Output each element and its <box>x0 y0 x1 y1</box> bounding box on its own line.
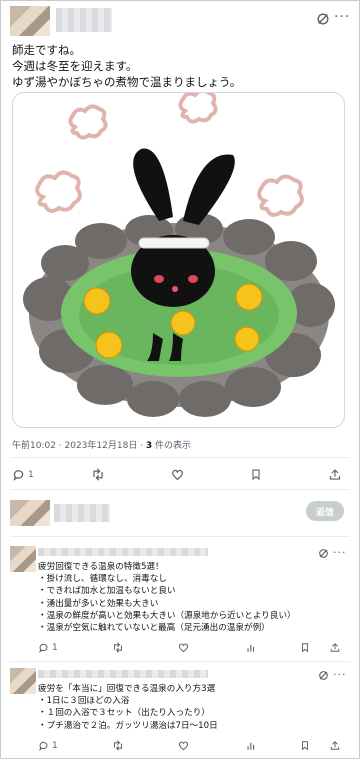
retweet-button[interactable] <box>112 740 124 751</box>
retweet-button[interactable] <box>91 468 105 481</box>
divider <box>10 457 350 458</box>
heart-icon <box>178 643 189 653</box>
reply-icon <box>13 470 24 481</box>
reply-text: 疲労回復できる温泉の特徴5選！ ・掛け流し、循環なし、消毒なし ・できれば加水と… <box>38 561 296 634</box>
share-button[interactable] <box>330 740 340 751</box>
share-icon <box>330 741 340 750</box>
reply-line: ・１回の入浴で３セット（出たり入ったり） <box>38 708 210 719</box>
more-icon[interactable]: ··· <box>333 546 347 560</box>
heart-icon <box>178 741 189 751</box>
grok-icon[interactable] <box>318 670 329 681</box>
retweet-icon <box>93 468 103 481</box>
retweet-icon <box>114 740 122 751</box>
more-icon[interactable]: ··· <box>334 10 350 24</box>
reply-button[interactable]: 1 <box>38 642 58 653</box>
reply-line: ・1日に３回ほどの入浴 <box>38 696 130 707</box>
reply-line: ・できれば加水と加温もないと良い <box>38 586 176 597</box>
onsen-illustration <box>23 93 335 417</box>
tweet-line: ゆず湯やかぼちゃの煮物で温まりましょう。 <box>12 75 242 89</box>
tweet-line: 今週は冬至を迎えます。 <box>12 59 138 73</box>
bookmark-icon <box>252 469 260 481</box>
views-button[interactable] <box>246 642 257 653</box>
tweet-meta: 午前10:02 · 2023年12月18日 · 3 件の表示 <box>12 438 191 451</box>
bookmark-button[interactable] <box>300 642 310 653</box>
reply-count: 1 <box>28 469 34 480</box>
grok-icon[interactable] <box>318 548 329 559</box>
share-icon <box>329 469 341 480</box>
reply-line: ・プチ湯治で２泊。ガッツリ湯治は7日〜10日 <box>38 720 218 731</box>
reply-user-name-blurred[interactable] <box>38 670 208 678</box>
reply-button[interactable]: 1 <box>12 468 34 481</box>
reply-line: ・温泉が空気に触れていないと最高（足元湧出の温泉が例） <box>38 623 270 634</box>
views-button[interactable] <box>246 740 257 751</box>
bookmark-icon <box>302 643 308 653</box>
retweet-icon <box>114 642 122 653</box>
more-icon[interactable]: ··· <box>333 668 347 682</box>
reply-input-blurred[interactable] <box>54 504 110 522</box>
reply-avatar[interactable] <box>10 668 36 694</box>
tweet-timestamp[interactable]: 午前10:02 · 2023年12月18日 · <box>12 441 146 451</box>
reply-line: 疲労回復できる温泉の特徴5選！ <box>38 562 164 572</box>
reply-user-name-blurred[interactable] <box>38 548 208 556</box>
tweet-text: 師走ですね。 今週は冬至を迎えます。 ゆず湯やかぼちゃの煮物で温まりましょう。 <box>12 42 348 90</box>
composer-avatar <box>10 500 50 526</box>
reply-button[interactable]: 1 <box>38 740 58 751</box>
reply-text: 疲労を「本当に」回復できる温泉の入り方3選 ・1日に３回ほどの入浴 ・１回の入浴… <box>38 683 218 732</box>
views-icon <box>247 644 255 652</box>
divider <box>10 661 350 662</box>
reply-icon <box>39 741 48 751</box>
reply-line: ・湧出量が多いと効果も大きい <box>38 598 159 609</box>
bookmark-icon <box>302 741 308 751</box>
reply-line: ・温泉の鮮度が高いと効果も大きい（源泉地から近いとより良い） <box>38 610 296 621</box>
like-button[interactable] <box>171 468 184 481</box>
user-name-blurred[interactable] <box>56 8 112 32</box>
bookmark-button[interactable] <box>250 468 262 481</box>
tweet-image[interactable] <box>12 92 345 428</box>
reply-count: 1 <box>52 642 58 653</box>
share-button[interactable] <box>329 468 341 481</box>
tweet-line: 師走ですね。 <box>12 43 81 57</box>
retweet-button[interactable] <box>112 642 124 653</box>
reply-avatar[interactable] <box>10 546 36 572</box>
avatar[interactable] <box>10 6 50 36</box>
divider <box>10 536 350 537</box>
views-label: 件の表示 <box>152 441 192 451</box>
views-icon <box>247 742 255 750</box>
share-icon <box>330 643 340 652</box>
divider <box>10 489 350 490</box>
like-button[interactable] <box>178 740 189 751</box>
bookmark-button[interactable] <box>300 740 310 751</box>
share-button[interactable] <box>330 642 340 653</box>
heart-icon <box>172 469 183 481</box>
grok-icon[interactable] <box>316 12 330 26</box>
reply-submit-button[interactable]: 返信 <box>306 501 344 521</box>
like-button[interactable] <box>178 642 189 653</box>
reply-line: 疲労を「本当に」回復できる温泉の入り方3選 <box>38 684 216 694</box>
reply-icon <box>39 643 48 653</box>
reply-line: ・掛け流し、循環なし、消毒なし <box>38 574 167 585</box>
reply-count: 1 <box>52 740 58 751</box>
